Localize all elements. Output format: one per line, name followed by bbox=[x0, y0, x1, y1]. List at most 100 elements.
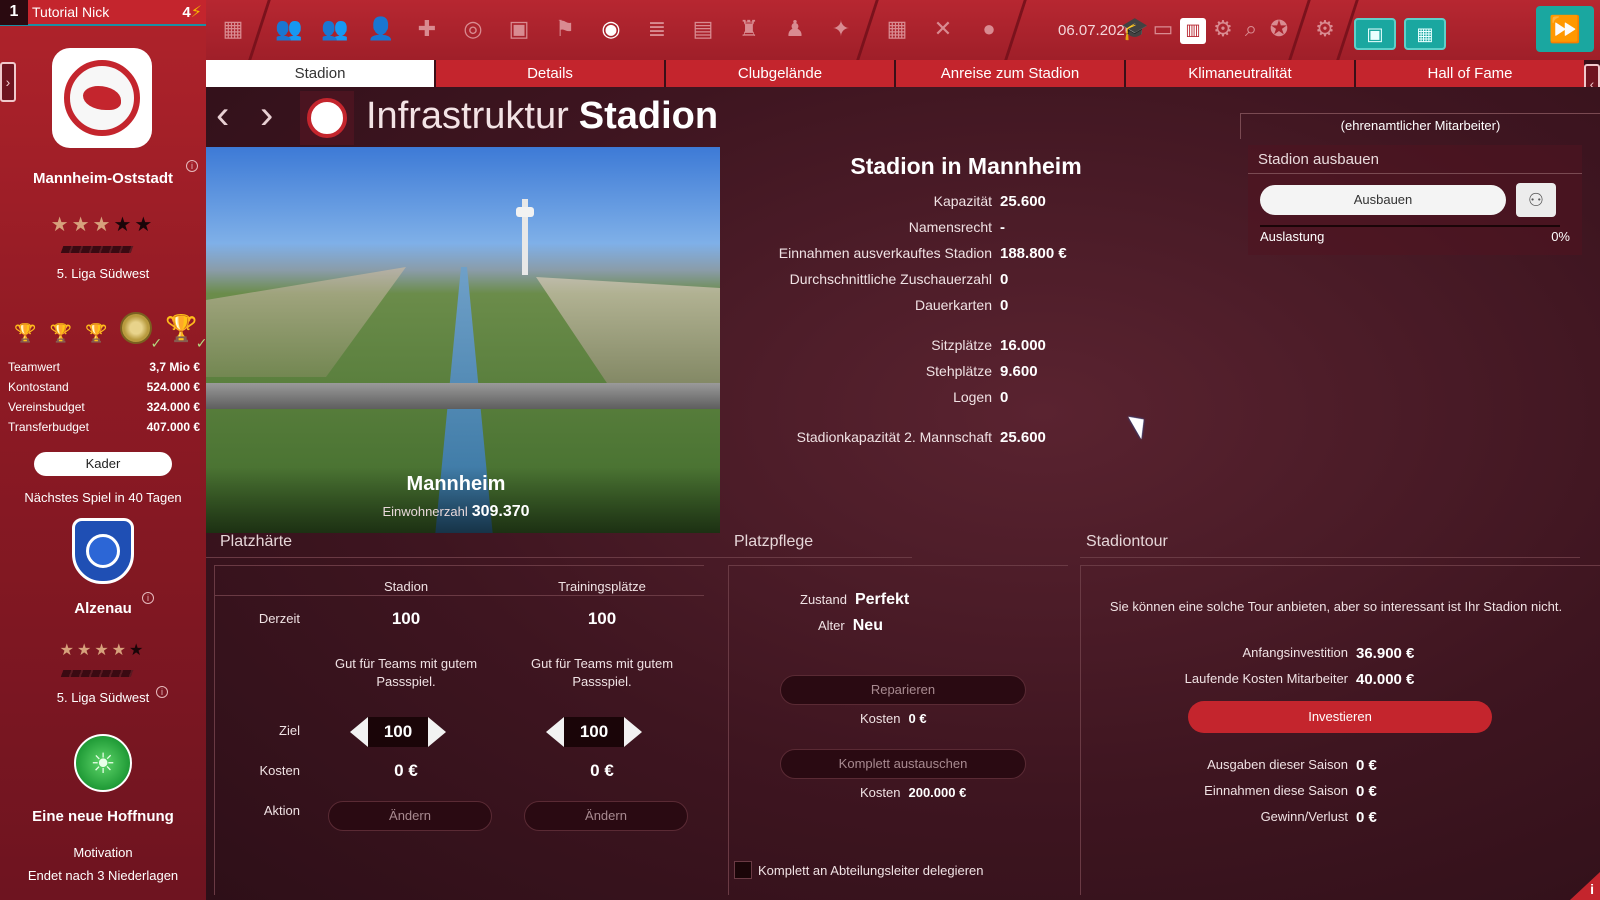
training-icon[interactable]: ⚑ bbox=[550, 14, 580, 44]
increase-arrow-icon[interactable] bbox=[624, 717, 642, 747]
replace-button[interactable]: Komplett austauschen bbox=[780, 749, 1026, 779]
season-label: Einnahmen diese Saison bbox=[1204, 783, 1348, 798]
pitch-care-title: Platzpflege bbox=[734, 533, 814, 550]
club-structure-icon[interactable]: ▦ bbox=[218, 14, 248, 44]
trophy-icon: 🏆 bbox=[14, 323, 37, 343]
scouting-icon[interactable]: ◎ bbox=[458, 14, 488, 44]
gear-icon[interactable]: ⚙ bbox=[1310, 14, 1340, 44]
staff-icon[interactable]: 👤 bbox=[366, 14, 396, 44]
finance-icon[interactable]: ≣ bbox=[642, 14, 672, 44]
stadion-change-button[interactable]: Ändern bbox=[328, 801, 492, 831]
club-form-bar bbox=[60, 246, 134, 253]
profile-bar[interactable]: 1 Tutorial Nick 4⚡ bbox=[0, 0, 206, 26]
tab-hall-of-fame[interactable]: Hall of Fame bbox=[1356, 60, 1584, 87]
continue-button[interactable]: ⏩ bbox=[1536, 6, 1594, 52]
trophy-row: 🏆 🏆 🏆 ✓ 🏆 ✓ bbox=[8, 312, 208, 351]
stat-row: Sitzplätze 16.000 bbox=[746, 337, 1206, 354]
top-navigation-bar: ▦ 👥 👥 👤 ✚ ◎ ▣ ⚑ ◉ ≣ ▤ ♜ ♟ ✦ ▦ ✕ ● 06.07.… bbox=[206, 0, 1600, 60]
opponent-stars: ★★★★★ bbox=[0, 640, 206, 660]
squad-icon[interactable]: 👥 bbox=[320, 14, 350, 44]
stadium-icon[interactable]: ◉ bbox=[596, 14, 626, 44]
forward-arrow-icon[interactable]: › bbox=[260, 95, 273, 135]
tab-klimaneutralitaet[interactable]: Klimaneutralität bbox=[1126, 60, 1354, 87]
award-icon[interactable]: ✪ bbox=[1264, 14, 1294, 44]
cup-icon: 🏆 ✓ bbox=[165, 313, 208, 351]
utilization-bar bbox=[1260, 225, 1560, 227]
sunrise-icon[interactable]: ☀ bbox=[74, 734, 132, 792]
bike-icon[interactable]: ⚙ bbox=[1208, 14, 1238, 44]
training-target-stepper: 100 bbox=[546, 717, 650, 747]
motivation-label: Motivation bbox=[73, 845, 133, 860]
tab-clubgelaende[interactable]: Clubgelände bbox=[666, 60, 894, 87]
stat-label: Sitzplätze bbox=[931, 337, 992, 353]
pitch-care-panel bbox=[728, 565, 1068, 895]
stat-label: Stehplätze bbox=[925, 363, 992, 379]
calendar-month-icon: ▦ bbox=[1416, 24, 1434, 44]
nav-separator bbox=[856, 0, 879, 60]
invest-button[interactable]: Investieren bbox=[1188, 701, 1492, 733]
row-aktion: Aktion bbox=[263, 803, 300, 818]
training-change-button[interactable]: Ändern bbox=[524, 801, 688, 831]
season-row: Ausgaben dieser Saison 0 € bbox=[1096, 757, 1536, 774]
finance-value: 324.000 € bbox=[146, 400, 200, 414]
sidebar-expand-arrow[interactable]: › bbox=[0, 62, 16, 102]
stadion-current: 100 bbox=[391, 609, 421, 628]
player-icon[interactable]: ● bbox=[974, 14, 1004, 44]
motivation-title: Eine neue Hoffnung bbox=[32, 808, 174, 825]
population-label: Einwohnerzahl bbox=[382, 504, 468, 519]
kader-button[interactable]: Kader bbox=[34, 452, 172, 476]
club-name-row[interactable]: Mannheim-Oststadt bbox=[0, 170, 206, 187]
club-crest[interactable] bbox=[52, 48, 152, 148]
stat-label: Dauerkarten bbox=[914, 297, 992, 313]
team-icon[interactable]: 👥 bbox=[274, 14, 304, 44]
calendar-icon[interactable]: ▣ bbox=[504, 14, 534, 44]
jersey-icon[interactable]: ♜ bbox=[734, 14, 764, 44]
opponent-name: Alzenau bbox=[74, 600, 132, 617]
finance-value: 407.000 € bbox=[146, 420, 200, 434]
search-icon[interactable]: ⌕ bbox=[1236, 14, 1266, 44]
decrease-arrow-icon[interactable] bbox=[546, 717, 564, 747]
tactics-icon[interactable]: ✕ bbox=[928, 14, 958, 44]
expand-button[interactable]: Ausbauen bbox=[1260, 185, 1506, 215]
calendar-day-button[interactable]: ▣ bbox=[1354, 18, 1396, 50]
academy-icon[interactable]: 🎓 bbox=[1120, 14, 1150, 44]
tab-anreise[interactable]: Anreise zum Stadion bbox=[896, 60, 1124, 87]
divider bbox=[214, 595, 704, 596]
population-value: 309.370 bbox=[471, 503, 530, 520]
youth-icon[interactable]: ✦ bbox=[826, 14, 856, 44]
tab-stadion[interactable]: Stadion bbox=[206, 60, 434, 87]
decrease-arrow-icon[interactable] bbox=[350, 717, 368, 747]
finance-row: Transferbudget 407.000 € bbox=[8, 420, 200, 434]
age-value: Neu bbox=[852, 617, 883, 634]
training-target-value: 100 bbox=[564, 717, 624, 747]
fans-icon[interactable]: ♟ bbox=[780, 14, 810, 44]
col-stadion: Stadion bbox=[383, 579, 429, 594]
stat-label: Logen bbox=[953, 389, 992, 405]
calendar-month-button[interactable]: ▦ bbox=[1404, 18, 1446, 50]
presentation-icon[interactable]: ▭ bbox=[1148, 14, 1178, 44]
back-arrow-icon[interactable]: ‹ bbox=[216, 95, 229, 135]
statistics-icon[interactable]: ▥ bbox=[1180, 18, 1206, 44]
tour-value: 40.000 € bbox=[1356, 671, 1415, 688]
stadium-title: Stadion in Mannheim bbox=[850, 153, 1082, 179]
delegate-checkbox[interactable] bbox=[734, 861, 752, 879]
tv-tower-top bbox=[516, 207, 534, 217]
news-icon[interactable]: ▤ bbox=[688, 14, 718, 44]
stat-value: 25.600 bbox=[1000, 193, 1046, 210]
tour-label: Laufende Kosten Mitarbeiter bbox=[1184, 671, 1348, 686]
stat-value: 0 bbox=[1000, 271, 1009, 288]
finance-row: Kontostand 524.000 € bbox=[8, 380, 200, 394]
repair-button[interactable]: Reparieren bbox=[780, 675, 1026, 705]
league-info-icon[interactable]: i bbox=[156, 686, 168, 698]
header-club-crest bbox=[300, 91, 354, 145]
increase-arrow-icon[interactable] bbox=[428, 717, 446, 747]
opponent-info-icon[interactable]: i bbox=[142, 592, 154, 604]
opponent-crest[interactable] bbox=[72, 518, 134, 584]
tab-details[interactable]: Details bbox=[436, 60, 664, 87]
club-info-icon[interactable]: i bbox=[186, 160, 198, 172]
network-icon[interactable]: ⚇ bbox=[1516, 183, 1556, 217]
season-label: Ausgaben dieser Saison bbox=[1207, 757, 1348, 772]
formation-icon[interactable]: ▦ bbox=[882, 14, 912, 44]
stat-value: 25.600 bbox=[1000, 429, 1046, 446]
medical-icon[interactable]: ✚ bbox=[412, 14, 442, 44]
